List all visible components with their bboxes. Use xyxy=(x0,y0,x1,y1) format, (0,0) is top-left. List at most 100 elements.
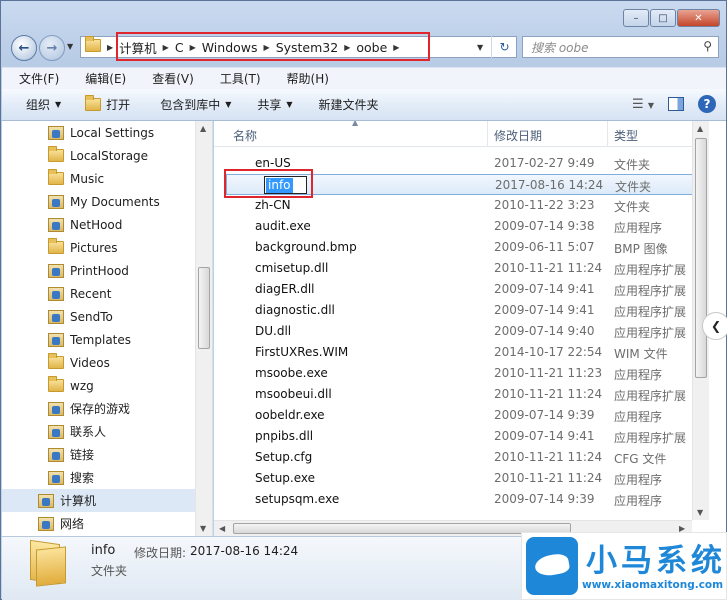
organize-button[interactable]: 组织 ▼ xyxy=(2,96,71,113)
file-date: 2009-07-14 9:41 xyxy=(494,303,595,317)
file-row[interactable]: msoobe.exe 2010-11-21 11:23 应用程序 xyxy=(226,363,709,384)
file-row[interactable]: zh-CN 2010-11-22 3:23 文件夹 xyxy=(226,195,709,216)
file-row[interactable]: setupsqm.exe 2009-07-14 9:39 应用程序 xyxy=(226,489,709,510)
sidebar-item[interactable]: Templates xyxy=(2,328,197,351)
file-row[interactable]: background.bmp 2009-06-11 5:07 BMP 图像 xyxy=(226,237,709,258)
sidebar-item[interactable]: PrintHood xyxy=(2,259,197,282)
file-row[interactable]: Setup.exe 2010-11-21 11:24 应用程序 xyxy=(226,468,709,489)
forward-button[interactable]: → xyxy=(39,35,65,61)
include-label: 包含到库中 xyxy=(160,98,221,112)
column-date[interactable]: 修改日期 xyxy=(494,127,542,144)
details-name: info xyxy=(91,543,116,558)
forward-arrow-icon: → xyxy=(46,40,58,56)
sidebar-item[interactable]: NetHood xyxy=(2,213,197,236)
file-date: 2009-07-14 9:41 xyxy=(494,429,595,443)
share-button[interactable]: 共享 ▼ xyxy=(241,96,302,113)
view-options-icon[interactable]: ☰ ▼ xyxy=(632,97,654,112)
scroll-up-icon[interactable]: ▲ xyxy=(200,124,206,133)
nav-scrollbar[interactable]: ▲ ▼ xyxy=(195,121,212,536)
folder-icon xyxy=(85,36,101,55)
column-name[interactable]: 名称 xyxy=(233,127,257,144)
file-date: 2009-06-11 5:07 xyxy=(494,240,595,254)
file-name: Setup.exe xyxy=(255,471,316,485)
preview-pane-icon[interactable] xyxy=(668,97,684,111)
include-in-library-button[interactable]: 包含到库中 ▼ xyxy=(140,96,241,113)
sidebar-item[interactable]: SendTo xyxy=(2,305,197,328)
file-name: Setup.cfg xyxy=(255,450,313,464)
file-row[interactable]: diagnostic.dll 2009-07-14 9:41 应用程序扩展 xyxy=(226,300,709,321)
open-button[interactable]: 打开 xyxy=(71,95,140,113)
sidebar-item[interactable]: Recent xyxy=(2,282,197,305)
help-icon[interactable]: ? xyxy=(698,95,716,113)
horse-logo-icon xyxy=(526,537,578,595)
sidebar-item[interactable]: My Documents xyxy=(2,190,197,213)
file-row[interactable]: cmisetup.dll 2010-11-21 11:24 应用程序扩展 xyxy=(226,258,709,279)
shortcut-folder-icon xyxy=(48,194,64,209)
sidebar-item[interactable]: Local Settings xyxy=(2,121,197,144)
recent-pages-dropdown[interactable]: ▼ xyxy=(67,42,73,51)
details-date: 2017-08-16 14:24 xyxy=(190,544,299,558)
file-date: 2009-07-14 9:39 xyxy=(494,408,595,422)
search-icon[interactable]: ⚲ xyxy=(703,39,712,53)
sidebar-item[interactable]: 计算机 xyxy=(2,489,197,512)
menu-help[interactable]: 帮助(H) xyxy=(270,70,338,87)
details-date-label: 修改日期: xyxy=(134,546,187,560)
explorer-window: – □ ✕ ← → ▼ ▶ 计算机 ▶ C ▶ Windows ▶ System… xyxy=(0,0,727,600)
maximize-button[interactable]: □ xyxy=(650,9,676,27)
file-row[interactable]: DU.dll 2009-07-14 9:40 应用程序扩展 xyxy=(226,321,709,342)
file-name: diagnostic.dll xyxy=(255,303,335,317)
sidebar-item[interactable]: Pictures xyxy=(2,236,197,259)
sidebar-item-label: 保存的游戏 xyxy=(70,402,131,416)
column-type[interactable]: 类型 xyxy=(614,127,638,144)
sidebar-item-label: Recent xyxy=(70,286,112,301)
file-date: 2009-07-14 9:38 xyxy=(494,219,595,233)
menu-tools[interactable]: 工具(T) xyxy=(203,70,270,87)
nav-scroll-thumb[interactable] xyxy=(198,267,210,349)
folder-icon xyxy=(48,375,64,393)
sidebar-item[interactable]: 网络 xyxy=(2,512,197,535)
scroll-down-icon[interactable]: ▼ xyxy=(200,524,206,533)
file-row[interactable]: oobeldr.exe 2009-07-14 9:39 应用程序 xyxy=(226,405,709,426)
sidebar-item[interactable]: Videos xyxy=(2,351,197,374)
sort-arrow-icon: ▲ xyxy=(352,121,359,127)
sidebar-item[interactable]: LocalStorage xyxy=(2,144,197,167)
file-date: 2009-07-14 9:40 xyxy=(494,324,595,338)
sidebar-item-label: My Documents xyxy=(70,194,160,209)
file-list-scroll-thumb[interactable] xyxy=(695,138,707,378)
side-expand-button[interactable]: ❮ xyxy=(702,312,727,340)
folder-icon xyxy=(48,145,64,163)
scroll-left-icon[interactable]: ◀ xyxy=(219,524,225,533)
search-input[interactable]: 搜索 oobe ⚲ xyxy=(522,36,719,58)
sidebar-item-label: Templates xyxy=(70,332,132,347)
sidebar-item[interactable]: wzg xyxy=(2,374,197,397)
refresh-button[interactable]: ↻ xyxy=(491,36,517,58)
file-row[interactable]: pnpibs.dll 2009-07-14 9:41 应用程序扩展 xyxy=(226,426,709,447)
minimize-button[interactable]: – xyxy=(623,9,649,27)
file-date: 2010-11-21 11:24 xyxy=(494,450,603,464)
file-date: 2014-10-17 22:54 xyxy=(494,345,603,359)
sidebar-item[interactable]: 链接 xyxy=(2,443,197,466)
file-row[interactable]: msoobeui.dll 2010-11-21 11:24 应用程序扩展 xyxy=(226,384,709,405)
search-placeholder: 搜索 oobe xyxy=(531,40,589,55)
sidebar-item[interactable]: 搜索 xyxy=(2,466,197,489)
command-bar: 组织 ▼ 打开 包含到库中 ▼ 共享 ▼ 新建文件夹 ☰ ▼ ? xyxy=(2,89,726,121)
sidebar-item[interactable]: 联系人 xyxy=(2,420,197,443)
file-row[interactable]: diagER.dll 2009-07-14 9:41 应用程序扩展 xyxy=(226,279,709,300)
menu-view[interactable]: 查看(V) xyxy=(135,70,203,87)
sidebar-item[interactable]: 保存的游戏 xyxy=(2,397,197,420)
back-button[interactable]: ← xyxy=(11,35,37,61)
address-dropdown-icon[interactable]: ▼ xyxy=(477,43,483,52)
close-button[interactable]: ✕ xyxy=(677,9,720,27)
file-name: audit.exe xyxy=(255,219,311,233)
sidebar-item[interactable]: Music xyxy=(2,167,197,190)
file-row[interactable]: audit.exe 2009-07-14 9:38 应用程序 xyxy=(226,216,709,237)
menu-file[interactable]: 文件(F) xyxy=(2,70,68,87)
menu-edit[interactable]: 编辑(E) xyxy=(68,70,135,87)
file-row[interactable]: Setup.cfg 2010-11-21 11:24 CFG 文件 xyxy=(226,447,709,468)
file-row[interactable]: FirstUXRes.WIM 2014-10-17 22:54 WIM 文件 xyxy=(226,342,709,363)
new-folder-label: 新建文件夹 xyxy=(318,98,379,112)
scroll-down-icon[interactable]: ▼ xyxy=(697,508,703,517)
new-folder-button[interactable]: 新建文件夹 xyxy=(303,96,389,113)
rename-highlight-box xyxy=(224,169,313,198)
scroll-up-icon[interactable]: ▲ xyxy=(697,124,703,133)
